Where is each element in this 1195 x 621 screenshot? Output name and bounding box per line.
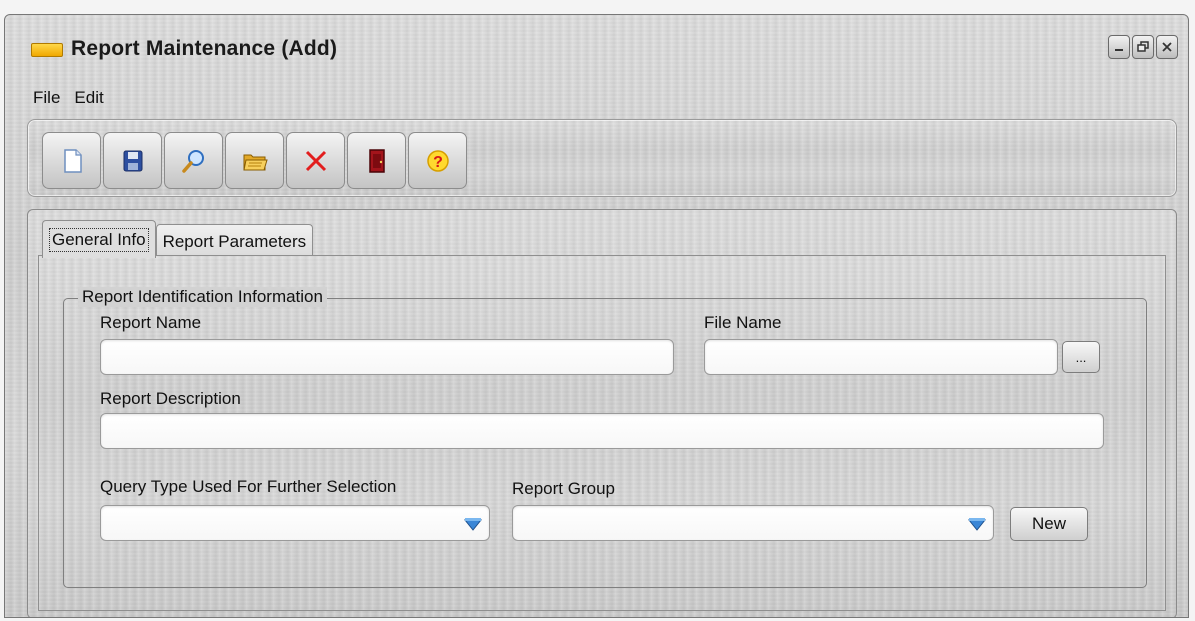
report-name-label: Report Name: [100, 313, 202, 332]
exit-door-icon: [368, 148, 385, 173]
window-title: Report Maintenance (Add): [71, 37, 338, 60]
query-type-select[interactable]: [100, 505, 490, 541]
menu-file[interactable]: File: [33, 88, 60, 108]
new-document-button[interactable]: [42, 132, 101, 189]
help-icon: ?: [426, 149, 449, 172]
close-icon: [1162, 42, 1172, 52]
app-icon: [31, 43, 63, 57]
window-controls: [1108, 35, 1178, 59]
tab-report-parameters[interactable]: Report Parameters: [155, 224, 314, 258]
new-document-icon: [63, 148, 82, 173]
menu-bar: File Edit: [5, 83, 1188, 113]
menu-edit[interactable]: Edit: [74, 88, 103, 108]
report-description-label: Report Description: [100, 389, 241, 408]
report-name-input[interactable]: [100, 339, 674, 375]
toolbar: ?: [27, 119, 1177, 197]
save-icon: [123, 150, 142, 171]
content-panel: General Info Report Parameters Report Id…: [27, 209, 1177, 617]
delete-button[interactable]: [286, 132, 345, 189]
group-title: Report Identification Information: [78, 287, 327, 307]
open-folder-button[interactable]: [225, 132, 284, 189]
query-type-label: Query Type Used For Further Selection: [100, 477, 397, 496]
search-icon: [181, 149, 204, 173]
browse-file-button[interactable]: ...: [1062, 341, 1100, 373]
restore-button[interactable]: [1132, 35, 1154, 59]
report-group-select[interactable]: [512, 505, 994, 541]
svg-text:?: ?: [433, 154, 443, 171]
report-maintenance-window: Report Maintenance (Add) File Edit ? Gen…: [4, 14, 1189, 618]
title-bar[interactable]: Report Maintenance (Add): [5, 15, 1188, 81]
dropdown-arrow-icon: [967, 518, 987, 531]
exit-button[interactable]: [347, 132, 406, 189]
general-info-panel: Report Identification Information Report…: [38, 255, 1166, 611]
tab-general-info[interactable]: General Info: [42, 220, 156, 258]
dropdown-arrow-icon: [463, 518, 483, 531]
delete-icon: [305, 150, 326, 171]
report-group-label: Report Group: [512, 479, 615, 498]
save-button[interactable]: [103, 132, 162, 189]
open-folder-icon: [242, 154, 268, 170]
new-report-group-button[interactable]: New: [1010, 507, 1088, 541]
report-identification-group: Report Identification Information Report…: [63, 287, 1147, 588]
tab-strip: General Info Report Parameters: [42, 220, 314, 258]
minimize-icon: [1115, 49, 1123, 51]
restore-icon: [1137, 41, 1149, 52]
file-name-label: File Name: [704, 313, 782, 332]
minimize-button[interactable]: [1108, 35, 1130, 59]
search-button[interactable]: [164, 132, 223, 189]
report-description-input[interactable]: [100, 413, 1104, 449]
file-name-input[interactable]: [704, 339, 1058, 375]
close-button[interactable]: [1156, 35, 1178, 59]
help-button[interactable]: ?: [408, 132, 467, 189]
